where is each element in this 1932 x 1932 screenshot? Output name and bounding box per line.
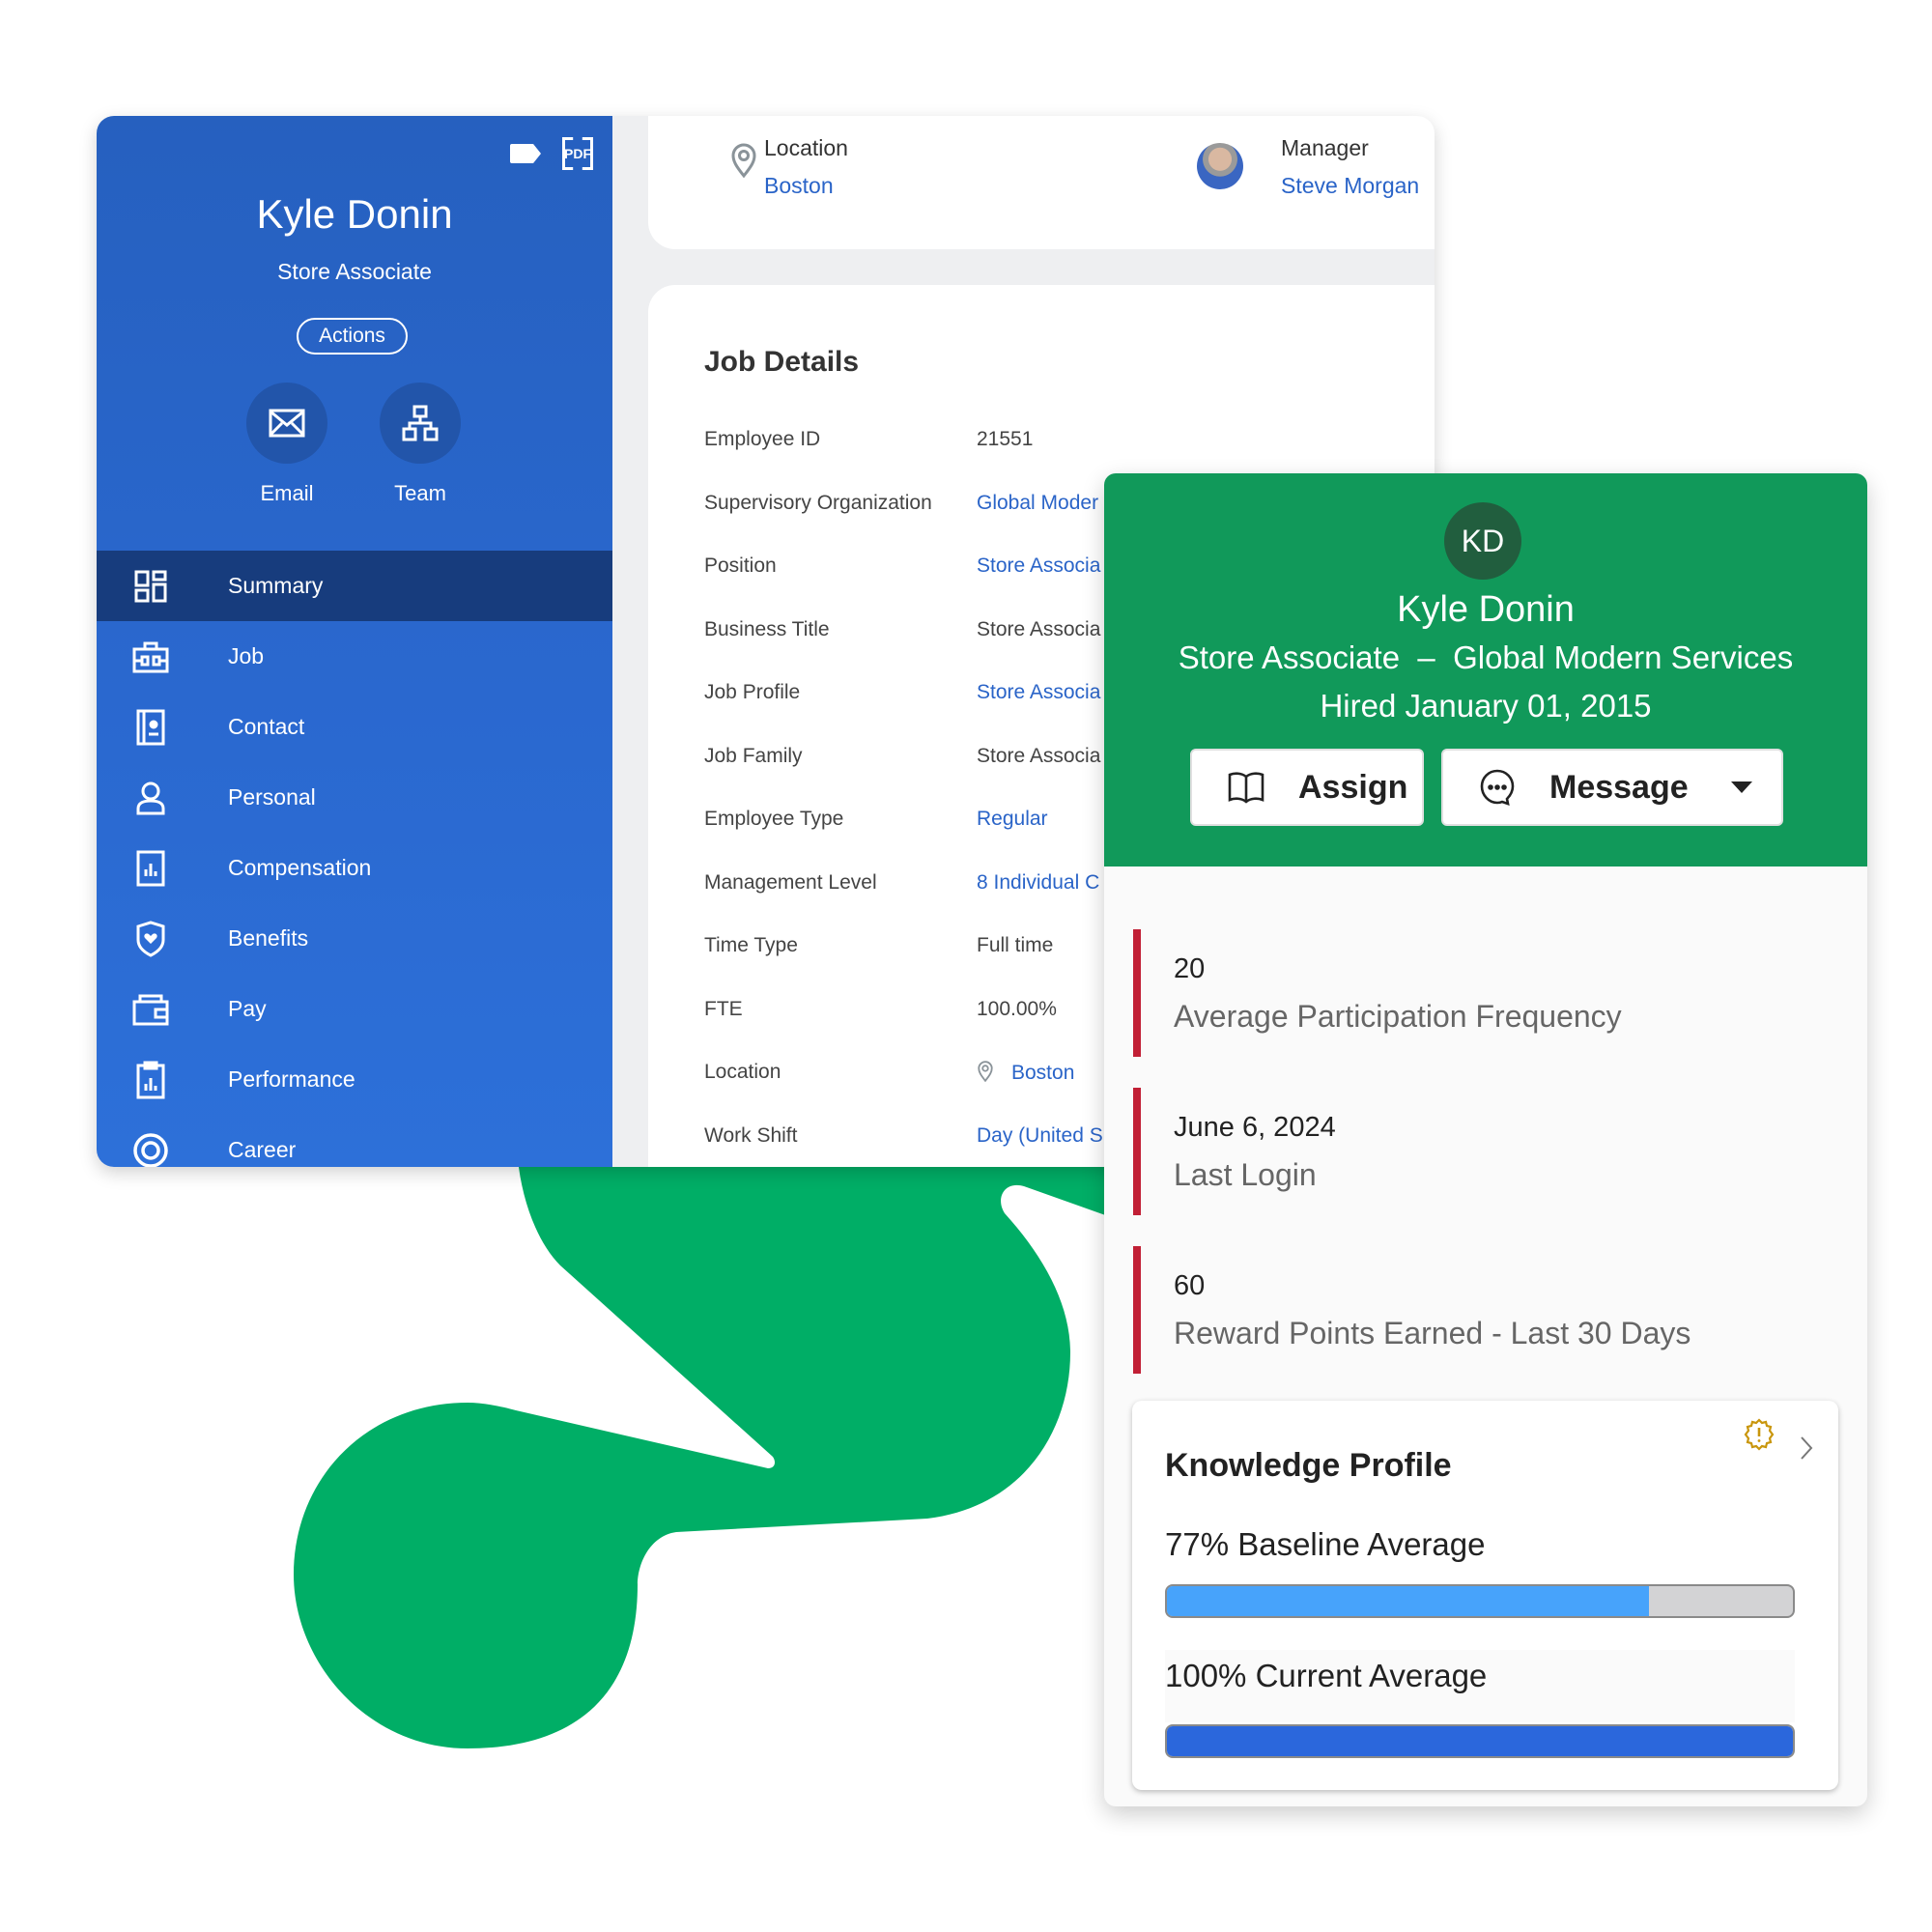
location-pin-icon <box>731 143 756 178</box>
chevron-right-icon[interactable] <box>1799 1435 1814 1461</box>
learner-name: Kyle Donin <box>1397 589 1575 630</box>
job-detail-value: 21551 <box>977 428 1034 450</box>
worker-title: Store Associate <box>277 259 432 284</box>
alert-badge-icon[interactable] <box>1743 1418 1776 1451</box>
envelope-icon <box>269 409 305 438</box>
learner-subtitle: Store Associate – Global Modern Services <box>1178 639 1794 675</box>
tag-icon[interactable] <box>510 144 541 163</box>
nav-item-personal[interactable]: Personal <box>97 762 612 833</box>
summary-header-card: Location Boston Manager Steve Morgan <box>648 116 1435 249</box>
job-detail-value[interactable]: Global Moder <box>977 492 1098 555</box>
nav-item-pay[interactable]: Pay <box>97 974 612 1044</box>
org-chart-icon <box>402 405 439 441</box>
wallet-icon <box>131 990 170 1029</box>
actions-button[interactable]: Actions <box>297 318 408 355</box>
chart-document-icon <box>131 849 170 888</box>
team-quick-action[interactable]: Team <box>377 383 464 506</box>
location-pin-icon <box>978 1061 993 1083</box>
job-detail-value[interactable]: Regular <box>977 808 1048 871</box>
job-detail-value[interactable]: Store Associa <box>977 681 1100 745</box>
job-detail-label: Management Level <box>704 870 877 894</box>
dashboard-icon <box>131 567 170 606</box>
metric-accent-bar <box>1133 929 1141 1057</box>
job-detail-value: Store Associa <box>977 617 1101 640</box>
job-detail-value: Store Associa <box>977 744 1101 767</box>
metric-participation: 20 Average Participation Frequency <box>1133 929 1690 1057</box>
baseline-progress-fill <box>1167 1586 1649 1616</box>
manager-label: Manager <box>1281 135 1369 160</box>
learner-header: KD Kyle Donin Store Associate – Global M… <box>1104 473 1867 867</box>
job-detail-label: Employee ID <box>704 428 821 450</box>
job-detail-value[interactable]: Day (United S <box>977 1124 1103 1168</box>
profile-sidebar: PDF Kyle Donin Store Associate Actions E… <box>97 116 612 1167</box>
job-detail-label: Supervisory Organization <box>704 491 932 514</box>
job-detail-label: Work Shift <box>704 1123 798 1147</box>
job-detail-label: Job Profile <box>704 681 801 703</box>
assign-button[interactable]: Assign <box>1190 749 1424 826</box>
clipboard-chart-icon <box>131 1061 170 1099</box>
nav-item-benefits[interactable]: Benefits <box>97 903 612 974</box>
worker-name: Kyle Donin <box>256 191 453 237</box>
nav-item-compensation[interactable]: Compensation <box>97 833 612 903</box>
profile-nav: Summary Job Contact Personal Compensatio… <box>97 551 612 1167</box>
job-detail-value[interactable]: Boston <box>977 1061 1074 1124</box>
current-progress-bar <box>1165 1724 1795 1758</box>
job-detail-value[interactable]: 8 Individual C <box>977 871 1099 935</box>
metric-reward-points: 60 Reward Points Earned - Last 30 Days <box>1133 1246 1690 1374</box>
current-progress-fill <box>1167 1726 1793 1756</box>
nav-item-performance[interactable]: Performance <box>97 1044 612 1115</box>
target-icon <box>131 1131 170 1167</box>
job-details-title: Job Details <box>704 346 860 378</box>
message-button[interactable]: Message <box>1441 749 1783 826</box>
contact-card-icon <box>131 708 170 747</box>
location-link[interactable]: Boston <box>764 173 848 199</box>
job-detail-label: Position <box>704 554 777 577</box>
chat-bubble-icon <box>1478 768 1517 807</box>
manager-avatar[interactable] <box>1197 143 1243 189</box>
briefcase-icon <box>131 638 170 676</box>
dropdown-caret-icon[interactable] <box>1731 781 1752 793</box>
nav-item-summary[interactable]: Summary <box>97 551 612 621</box>
job-detail-label: FTE <box>704 997 743 1020</box>
learner-metrics: 20 Average Participation Frequency June … <box>1133 929 1690 1405</box>
baseline-progress-bar <box>1165 1584 1795 1618</box>
location-label: Location <box>764 135 848 160</box>
initials-avatar: KD <box>1444 502 1521 580</box>
pdf-icon[interactable]: PDF <box>562 137 593 170</box>
current-average-label: 100% Current Average <box>1165 1658 1488 1693</box>
shield-heart-icon <box>131 920 170 958</box>
job-detail-label: Time Type <box>704 934 798 956</box>
job-detail-label: Job Family <box>704 744 803 767</box>
knowledge-profile-card[interactable]: Knowledge Profile 77% Baseline Average 1… <box>1132 1401 1838 1790</box>
learner-profile-card: KD Kyle Donin Store Associate – Global M… <box>1104 473 1867 1806</box>
job-detail-label: Employee Type <box>704 808 844 830</box>
metric-accent-bar <box>1133 1088 1141 1215</box>
job-detail-label: Business Title <box>704 617 830 640</box>
metric-last-login: June 6, 2024 Last Login <box>1133 1088 1690 1215</box>
job-detail-value: 100.00% <box>977 997 1057 1020</box>
job-detail-value: Full time <box>977 934 1054 956</box>
nav-item-contact[interactable]: Contact <box>97 692 612 762</box>
manager-link[interactable]: Steve Morgan <box>1281 173 1419 199</box>
book-icon <box>1227 771 1265 804</box>
knowledge-profile-title: Knowledge Profile <box>1165 1447 1452 1484</box>
email-quick-action[interactable]: Email <box>243 383 330 506</box>
nav-item-career[interactable]: Career <box>97 1115 612 1167</box>
nav-item-job[interactable]: Job <box>97 621 612 692</box>
baseline-average-label: 77% Baseline Average <box>1165 1526 1486 1562</box>
job-detail-value[interactable]: Store Associa <box>977 554 1100 618</box>
hire-date: Hired January 01, 2015 <box>1320 688 1652 724</box>
person-icon <box>131 779 170 817</box>
job-detail-label: Location <box>704 1061 781 1083</box>
metric-accent-bar <box>1133 1246 1141 1374</box>
